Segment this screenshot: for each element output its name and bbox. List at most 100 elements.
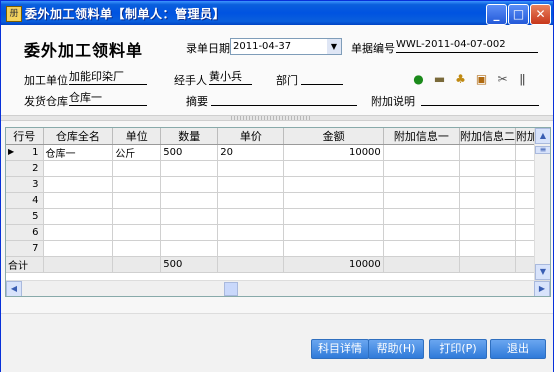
horizontal-scrollbar[interactable]: ◀ ▶	[6, 280, 550, 296]
cell-warehouse[interactable]	[43, 240, 114, 257]
lock-icon[interactable]: ♣	[453, 72, 468, 87]
cell-unit[interactable]: 公斤	[112, 144, 162, 161]
extra-note-field[interactable]	[421, 91, 539, 106]
column-header[interactable]: 单价	[217, 128, 285, 145]
cell-qty[interactable]	[160, 160, 219, 177]
cell-price[interactable]	[217, 160, 285, 177]
tools-icon[interactable]: ✂	[495, 72, 510, 87]
column-header[interactable]: 单位	[112, 128, 162, 145]
cell-price[interactable]: 20	[217, 144, 285, 161]
cell-price[interactable]	[217, 208, 285, 225]
chevron-down-icon[interactable]: ▼	[327, 39, 341, 54]
cell-extra2[interactable]	[459, 144, 516, 161]
cell-extra2[interactable]	[459, 224, 516, 241]
row-number[interactable]: ▶ 1	[6, 144, 44, 161]
cell-qty[interactable]	[160, 176, 219, 193]
cell-warehouse[interactable]	[43, 160, 114, 177]
minimize-button[interactable]: _	[486, 4, 507, 25]
cell-extra2[interactable]	[459, 240, 516, 257]
cell-extra2[interactable]	[459, 192, 516, 209]
cell-extra1[interactable]	[383, 240, 460, 257]
cell-extra2[interactable]	[459, 208, 516, 225]
help-button[interactable]: 帮助(H)	[368, 339, 424, 359]
cell-qty[interactable]	[160, 208, 219, 225]
cell-amount[interactable]	[283, 208, 384, 225]
exit-button[interactable]: 退出	[490, 339, 546, 359]
column-header[interactable]: 附加信息一	[383, 128, 460, 145]
row-number[interactable]: 3	[6, 176, 44, 193]
table-row[interactable]: 2	[6, 160, 550, 177]
scroll-thumb[interactable]	[224, 282, 238, 296]
cell-amount[interactable]	[283, 224, 384, 241]
warehouse-field[interactable]: 仓库一	[69, 91, 147, 106]
cell-amount[interactable]	[283, 176, 384, 193]
column-header[interactable]: 仓库全名	[43, 128, 114, 145]
cell-price[interactable]	[217, 224, 285, 241]
column-header[interactable]: 金额	[283, 128, 384, 145]
row-number[interactable]: 2	[6, 160, 44, 177]
cell-extra2[interactable]	[459, 160, 516, 177]
cell-unit[interactable]	[112, 208, 162, 225]
scroll-right-icon[interactable]: ▶	[534, 281, 550, 296]
column-header[interactable]: 附加信息二	[459, 128, 516, 145]
cell-extra1[interactable]	[383, 176, 460, 193]
scanner-icon[interactable]: ▬	[432, 72, 447, 87]
cell-extra1[interactable]	[383, 192, 460, 209]
title-bar[interactable]: 册 委外加工领料单【制单人：管理员】 _ □ ✕	[1, 1, 553, 25]
dept-field[interactable]	[301, 70, 343, 85]
splitter-grip-icon[interactable]	[231, 116, 311, 120]
cell-extra2[interactable]	[459, 176, 516, 193]
table-row[interactable]: ▶ 1 仓库一 公斤 500 20 10000	[6, 144, 550, 161]
summary-field[interactable]	[211, 91, 357, 106]
row-number[interactable]: 5	[6, 208, 44, 225]
book-icon[interactable]: ▣	[474, 72, 489, 87]
cell-extra1[interactable]	[383, 160, 460, 177]
close-button[interactable]: ✕	[530, 4, 551, 25]
doc-no-field[interactable]: WWL-2011-04-07-002	[396, 38, 538, 53]
table-row[interactable]: 3	[6, 176, 550, 193]
status-light-icon[interactable]: ●	[411, 72, 426, 87]
cell-price[interactable]	[217, 240, 285, 257]
column-header[interactable]: 行号	[6, 128, 44, 145]
cell-qty[interactable]	[160, 224, 219, 241]
cell-amount[interactable]	[283, 240, 384, 257]
scroll-left-icon[interactable]: ◀	[6, 281, 22, 296]
vertical-scrollbar[interactable]: ▲ ≡ ▼	[534, 128, 550, 280]
cell-amount[interactable]	[283, 192, 384, 209]
handler-field[interactable]: 黄小兵	[209, 70, 252, 85]
cell-price[interactable]	[217, 192, 285, 209]
cell-unit[interactable]	[112, 160, 162, 177]
cell-unit[interactable]	[112, 224, 162, 241]
cell-extra1[interactable]	[383, 208, 460, 225]
print-button[interactable]: 打印(P)	[429, 339, 487, 359]
row-number[interactable]: 6	[6, 224, 44, 241]
cell-qty[interactable]: 500	[160, 144, 219, 161]
splitter-bar[interactable]	[1, 115, 553, 121]
cell-warehouse[interactable]	[43, 208, 114, 225]
cell-qty[interactable]	[160, 192, 219, 209]
cell-extra1[interactable]	[383, 144, 460, 161]
processor-field[interactable]: 加能印染厂	[69, 70, 147, 85]
cell-warehouse[interactable]	[43, 176, 114, 193]
cell-amount[interactable]	[283, 160, 384, 177]
cell-unit[interactable]	[112, 192, 162, 209]
cell-warehouse[interactable]	[43, 224, 114, 241]
scroll-up-icon[interactable]: ▲	[535, 128, 550, 144]
cell-extra1[interactable]	[383, 224, 460, 241]
column-header[interactable]: 数量	[160, 128, 219, 145]
cell-unit[interactable]	[112, 176, 162, 193]
cell-price[interactable]	[217, 176, 285, 193]
table-row[interactable]: 5	[6, 208, 550, 225]
cell-qty[interactable]	[160, 240, 219, 257]
entry-date-field[interactable]: 2011-04-37 ▼	[230, 38, 342, 55]
maximize-button[interactable]: □	[508, 4, 529, 25]
table-row[interactable]: 4	[6, 192, 550, 209]
cell-warehouse[interactable]	[43, 192, 114, 209]
brush-icon[interactable]: ǁ	[515, 72, 530, 87]
cell-amount[interactable]: 10000	[283, 144, 384, 161]
scroll-thumb[interactable]: ≡	[535, 146, 550, 154]
table-row[interactable]: 7	[6, 240, 550, 257]
row-number[interactable]: 4	[6, 192, 44, 209]
cell-warehouse[interactable]: 仓库一	[43, 144, 114, 161]
subject-detail-button[interactable]: 科目详情	[311, 339, 369, 359]
